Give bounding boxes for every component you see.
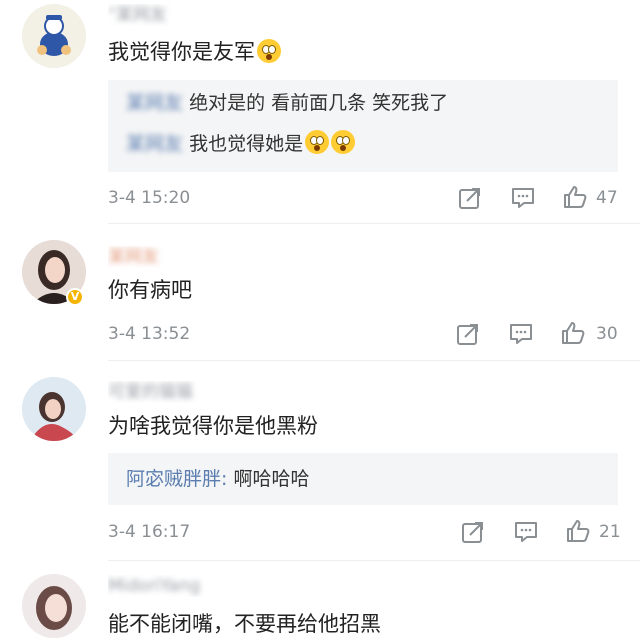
thumbs-up-icon[interactable] xyxy=(562,184,588,210)
user-photo-icon xyxy=(22,377,86,441)
comment-text: 我觉得你是友军 xyxy=(108,38,281,66)
comment-meta: 3-4 13:52 30 xyxy=(0,319,640,349)
comment-feed: "某网友 我觉得你是友军 某网友 绝对是的 看前面几条 笑死我了 某网友 我也觉… xyxy=(0,0,640,640)
comment-item: V 某网友 你有病吧 3-4 13:52 30 xyxy=(0,224,640,360)
username[interactable]: "某网友 xyxy=(108,4,268,26)
thumbs-up-icon[interactable] xyxy=(560,320,586,346)
reply-text: 啊哈哈哈 xyxy=(233,468,310,490)
reply-username[interactable]: 某网友 xyxy=(126,92,183,114)
reply-box[interactable]: 某网友 绝对是的 看前面几条 笑死我了 某网友 我也觉得她是 xyxy=(108,80,618,172)
comment-item: "某网友 我觉得你是友军 某网友 绝对是的 看前面几条 笑死我了 某网友 我也觉… xyxy=(0,0,640,220)
comment-text: 能不能闭嘴，不要再给他招黑 xyxy=(108,612,381,636)
username[interactable]: 可爱的猫猫 xyxy=(108,381,268,403)
comment-text: 你有病吧 xyxy=(108,278,192,302)
share-icon[interactable] xyxy=(457,185,483,211)
comment-meta: 3-4 15:20 47 xyxy=(0,183,640,213)
username[interactable]: 某网友 xyxy=(108,246,268,268)
comment-icon[interactable] xyxy=(508,321,534,347)
reply-username[interactable]: 某网友 xyxy=(126,133,183,155)
shocked-face-emoji-icon xyxy=(331,130,356,154)
comment-icon[interactable] xyxy=(510,185,536,211)
avatar[interactable] xyxy=(22,4,86,68)
like-count: 47 xyxy=(596,188,618,208)
cartoon-avatar-icon xyxy=(22,4,86,68)
reply-item: 阿宓贼胖胖: 啊哈哈哈 xyxy=(126,466,309,492)
share-icon[interactable] xyxy=(455,321,481,347)
like-count: 21 xyxy=(599,522,621,542)
timestamp: 3-4 13:52 xyxy=(108,324,191,344)
thumbs-up-icon[interactable] xyxy=(565,518,591,544)
shocked-face-emoji-icon xyxy=(305,130,330,154)
reply-box[interactable]: 阿宓贼胖胖: 啊哈哈哈 xyxy=(108,453,618,505)
timestamp: 3-4 16:17 xyxy=(108,522,191,542)
comment-meta: 3-4 16:17 21 xyxy=(0,517,640,547)
username[interactable]: MidoriYang xyxy=(108,575,268,597)
comment-item: 可爱的猫猫 为啥我觉得你是他黑粉 阿宓贼胖胖: 啊哈哈哈 3-4 16:17 2… xyxy=(0,361,640,561)
share-icon[interactable] xyxy=(460,519,486,545)
avatar[interactable] xyxy=(22,574,86,638)
verified-badge: V xyxy=(66,288,84,306)
reply-username[interactable]: 阿宓贼胖胖: xyxy=(126,468,227,490)
comment-item: MidoriYang 能不能闭嘴，不要再给他招黑 xyxy=(0,561,640,640)
comment-text: 为啥我觉得你是他黑粉 xyxy=(108,414,318,438)
timestamp: 3-4 15:20 xyxy=(108,188,191,208)
avatar[interactable] xyxy=(22,377,86,441)
reply-text: 我也觉得她是 xyxy=(189,133,304,155)
comment-icon[interactable] xyxy=(513,519,539,545)
shocked-face-emoji-icon xyxy=(257,39,281,63)
like-count: 30 xyxy=(596,324,618,344)
reply-item: 某网友 绝对是的 看前面几条 笑死我了 xyxy=(126,90,448,116)
reply-text: 绝对是的 看前面几条 笑死我了 xyxy=(189,92,449,114)
reply-item: 某网友 我也觉得她是 xyxy=(126,130,356,157)
user-photo-icon xyxy=(22,574,86,638)
